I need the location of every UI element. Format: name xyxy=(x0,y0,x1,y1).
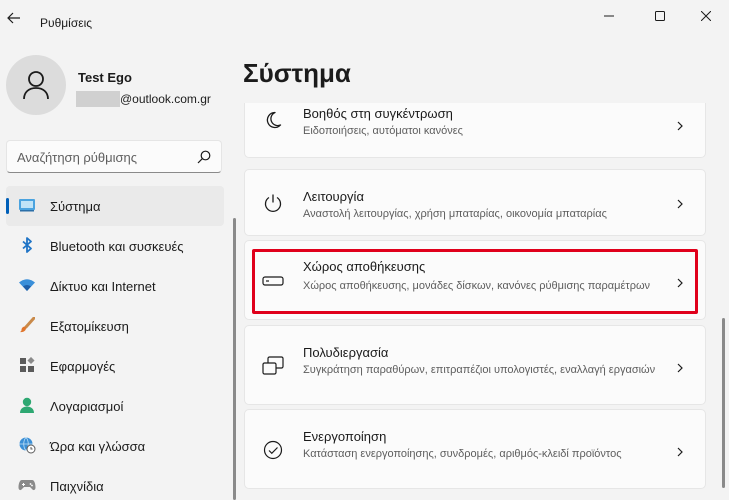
close-button[interactable] xyxy=(683,0,729,32)
sidebar-item-apps[interactable]: Εφαρμογές xyxy=(6,346,224,386)
email-redaction xyxy=(76,90,120,107)
power-icon xyxy=(261,191,285,215)
chevron-right-icon xyxy=(675,120,685,132)
profile-email: @outlook.com.gr xyxy=(76,90,211,107)
bluetooth-icon xyxy=(18,236,36,254)
profile-name: Test Ego xyxy=(78,70,132,85)
sidebar-item-accounts[interactable]: Λογαριασμοί xyxy=(6,386,224,426)
maximize-button[interactable] xyxy=(637,0,683,32)
account-icon xyxy=(18,396,36,414)
sidebar-item-label: Ώρα και γλώσσα xyxy=(50,438,146,454)
card-title: Βοηθός στη συγκέντρωση xyxy=(303,106,453,121)
sidebar-item-label: Εφαρμογές xyxy=(50,358,116,374)
card-description: Ειδοποιήσεις, αυτόματοι κανόνες xyxy=(303,125,463,137)
sidebar-item-label: Εξατομίκευση xyxy=(50,318,129,334)
back-button[interactable] xyxy=(4,8,24,28)
chevron-right-icon xyxy=(675,446,685,458)
multitasking-card[interactable]: Πολυδιεργασία Συγκράτηση παραθύρων, επιτ… xyxy=(244,325,706,405)
system-icon xyxy=(18,196,36,214)
sidebar-item-label: Παιχνίδια xyxy=(50,478,104,494)
focus-assist-card[interactable]: Βοηθός στη συγκέντρωση Ειδοποιήσεις, αυτ… xyxy=(244,103,706,158)
sidebar-item-network[interactable]: Δίκτυο και Internet xyxy=(6,266,224,306)
sidebar-nav: Σύστημα Bluetooth και συσκευές Δίκτυο κα… xyxy=(6,186,224,500)
sidebar-item-label: Δίκτυο και Internet xyxy=(50,278,156,294)
user-icon xyxy=(23,71,49,100)
wifi-icon xyxy=(18,276,36,294)
app-title: Ρυθμίσεις xyxy=(40,16,93,30)
card-title: Λειτουργία xyxy=(303,189,364,204)
close-icon xyxy=(701,11,711,21)
chevron-right-icon xyxy=(675,198,685,210)
active-indicator xyxy=(6,198,9,214)
sidebar-item-label: Bluetooth και συσκευές xyxy=(50,238,184,254)
highlight-box xyxy=(252,249,698,314)
page-title: Σύστημα xyxy=(243,58,351,88)
card-title: Ενεργοποίηση xyxy=(303,429,387,444)
apps-icon xyxy=(18,356,36,374)
card-description: Κατάσταση ενεργοποίησης, συνδρομές, αριθ… xyxy=(303,448,622,460)
title-bar: Ρυθμίσεις xyxy=(0,0,729,34)
sidebar-item-personalization[interactable]: Εξατομίκευση xyxy=(6,306,224,346)
search-icon[interactable] xyxy=(197,150,211,164)
sidebar-item-label: Σύστημα xyxy=(50,198,101,214)
avatar[interactable] xyxy=(6,55,66,115)
maximize-icon xyxy=(655,11,665,21)
search-placeholder: Αναζήτηση ρύθμισης xyxy=(17,150,138,165)
power-card[interactable]: Λειτουργία Αναστολή λειτουργίας, χρήση μ… xyxy=(244,169,706,236)
activation-check-icon xyxy=(261,438,285,462)
gamepad-icon xyxy=(18,476,36,494)
sidebar-item-label: Λογαριασμοί xyxy=(50,398,124,414)
sidebar-item-system[interactable]: Σύστημα xyxy=(6,186,224,226)
card-title: Πολυδιεργασία xyxy=(303,345,389,360)
card-description: Συγκράτηση παραθύρων, επιτραπέζιοι υπολο… xyxy=(303,364,656,376)
chevron-right-icon xyxy=(675,362,685,374)
multitask-icon xyxy=(261,354,285,378)
main-scrollbar[interactable] xyxy=(722,318,725,488)
activation-card[interactable]: Ενεργοποίηση Κατάσταση ενεργοποίησης, συ… xyxy=(244,409,706,489)
sidebar-item-bluetooth[interactable]: Bluetooth και συσκευές xyxy=(6,226,224,266)
card-description: Αναστολή λειτουργίας, χρήση μπαταρίας, ο… xyxy=(303,208,607,220)
minimize-button[interactable] xyxy=(586,0,632,32)
brush-icon xyxy=(18,316,36,334)
moon-icon xyxy=(261,108,285,132)
profile-email-suffix: @outlook.com.gr xyxy=(120,91,211,106)
search-input[interactable]: Αναζήτηση ρύθμισης xyxy=(6,140,222,173)
sidebar-item-time-language[interactable]: Ώρα και γλώσσα xyxy=(6,426,224,466)
globe-clock-icon xyxy=(18,436,36,454)
back-arrow-icon xyxy=(7,12,20,24)
sidebar-item-gaming[interactable]: Παιχνίδια xyxy=(6,466,224,500)
minimize-icon xyxy=(604,15,614,17)
sidebar-scrollbar[interactable] xyxy=(233,218,236,500)
